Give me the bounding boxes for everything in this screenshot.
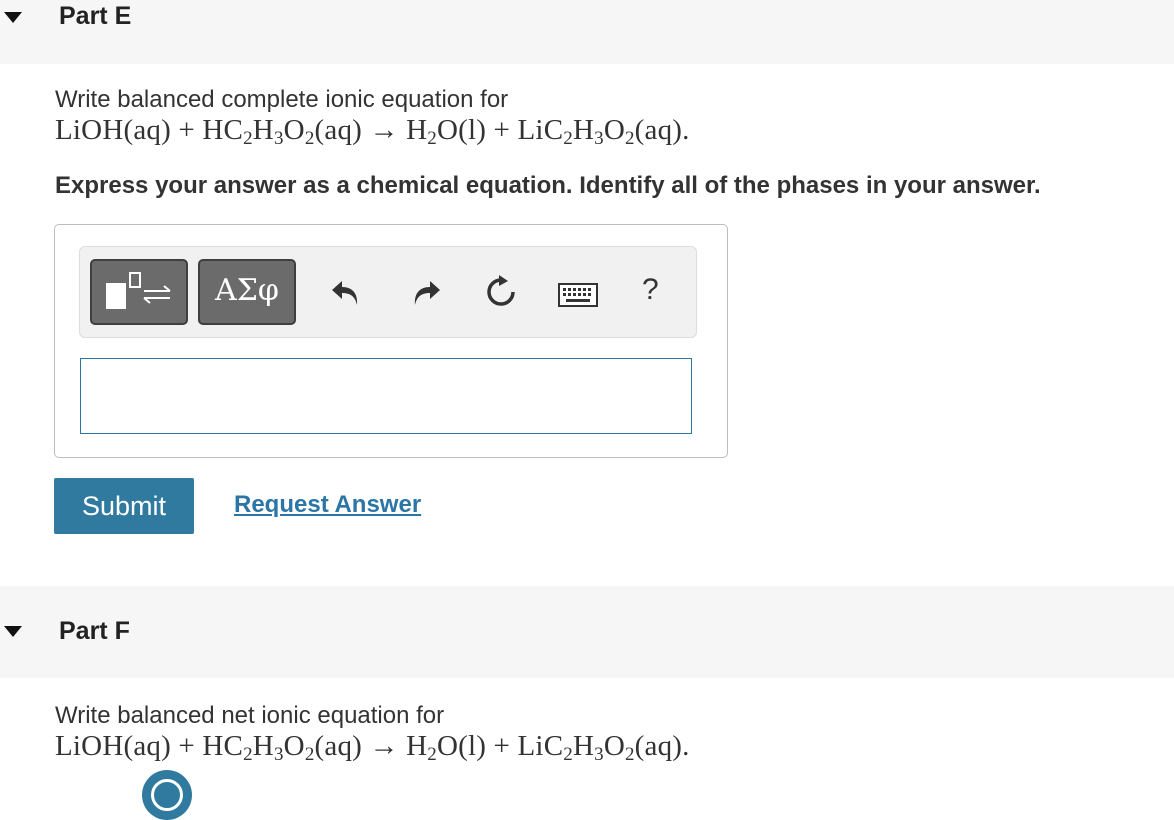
greek-symbols-button[interactable]: ΑΣφ — [198, 259, 296, 325]
keyboard-icon[interactable] — [558, 283, 598, 307]
part-e-prompt: Write balanced complete ionic equation f… — [55, 86, 509, 113]
part-f-title: Part F — [59, 617, 130, 645]
submit-button[interactable]: Submit — [54, 478, 194, 534]
templates-icon — [106, 272, 171, 309]
part-f-prompt: Write balanced net ionic equation for — [55, 702, 445, 729]
part-e-header[interactable]: Part E — [0, 0, 1174, 64]
partial-icon — [142, 770, 192, 820]
part-e-instruction: Express your answer as a chemical equati… — [55, 172, 1041, 199]
reset-icon[interactable] — [484, 275, 518, 309]
part-f-header[interactable]: Part F — [0, 586, 1174, 678]
templates-button[interactable] — [90, 259, 188, 325]
math-toolbar: ΑΣφ ? — [79, 246, 697, 338]
collapse-caret-icon[interactable] — [4, 12, 22, 23]
part-e-equation: LiOH(aq) + HC2H3O2(aq) → H2O(l) + LiC2H3… — [55, 114, 690, 149]
request-answer-link[interactable]: Request Answer — [234, 491, 421, 519]
undo-icon[interactable] — [330, 277, 362, 309]
part-f-equation: LiOH(aq) + HC2H3O2(aq) → H2O(l) + LiC2H3… — [55, 730, 690, 765]
help-button[interactable]: ? — [642, 273, 659, 307]
answer-input[interactable] — [80, 358, 692, 434]
part-e-title: Part E — [59, 2, 132, 30]
answer-panel: ΑΣφ ? — [54, 224, 728, 458]
greek-label: ΑΣφ — [215, 273, 279, 308]
collapse-caret-icon[interactable] — [4, 626, 22, 637]
redo-icon[interactable] — [410, 277, 442, 309]
